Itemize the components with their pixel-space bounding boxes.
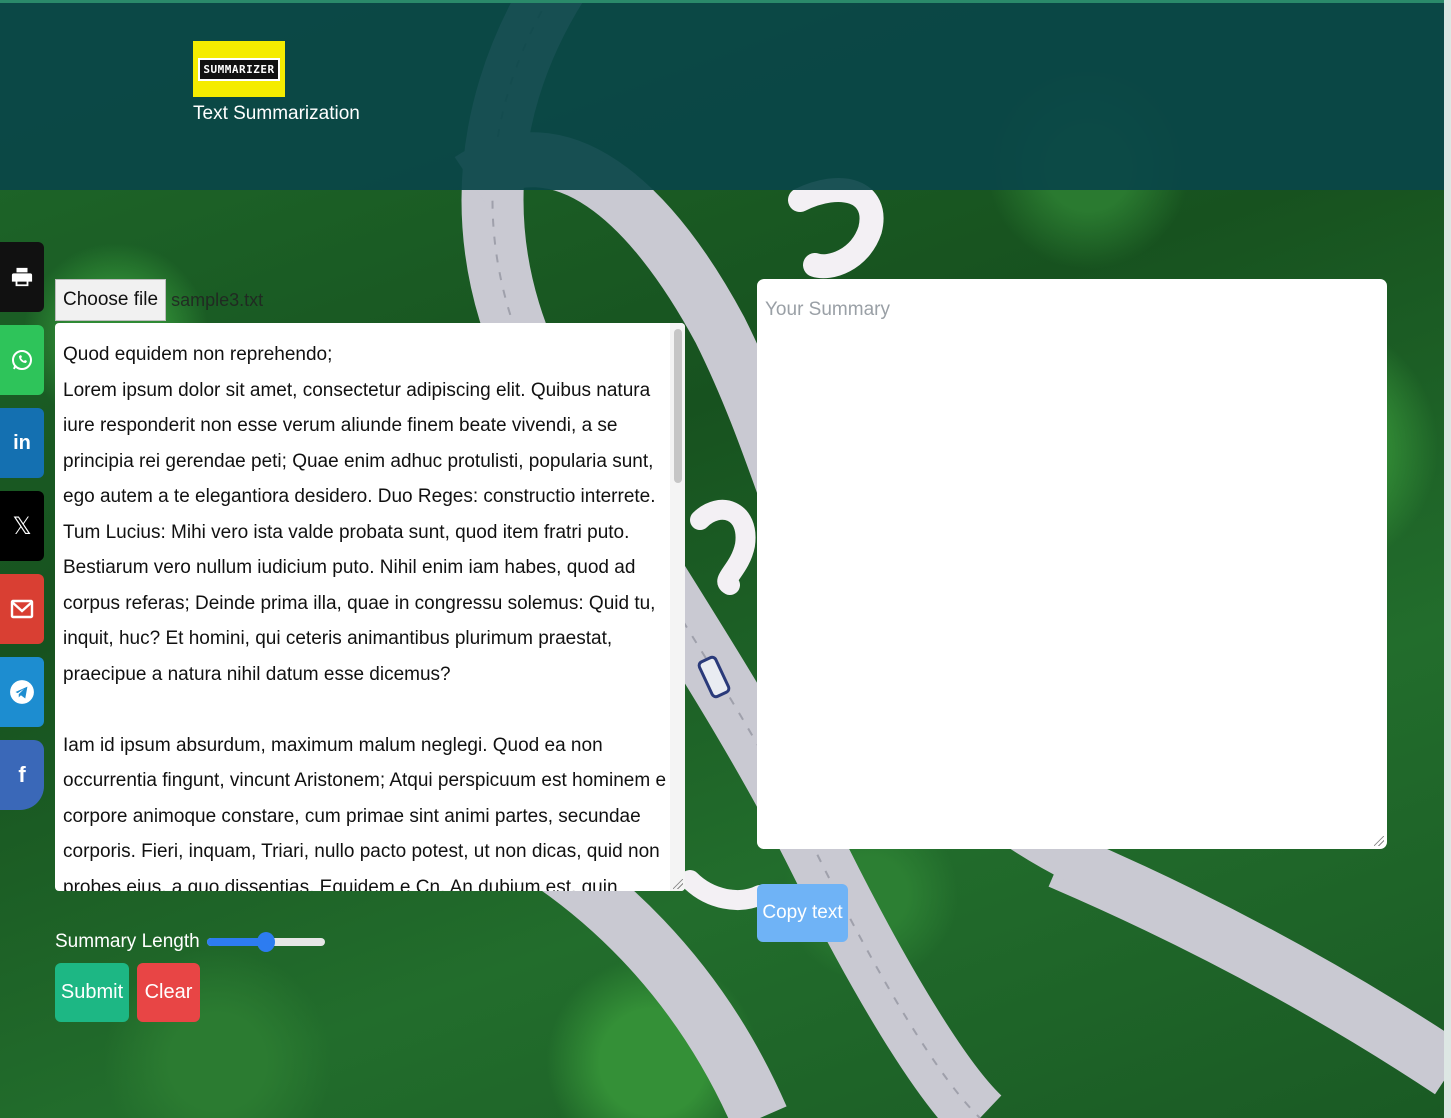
source-text[interactable]: Quod equidem non reprehendo; Lorem ipsum… — [63, 337, 668, 891]
resize-handle-icon[interactable] — [673, 879, 683, 889]
share-facebook-button[interactable]: f — [0, 740, 44, 810]
clear-button[interactable]: Clear — [137, 963, 200, 1022]
share-gmail-button[interactable] — [0, 574, 44, 644]
mail-icon — [10, 599, 34, 619]
resize-handle-icon[interactable] — [1374, 836, 1384, 846]
logo[interactable]: SUMMARIZER — [193, 41, 285, 97]
source-scrollbar[interactable] — [670, 323, 685, 891]
facebook-icon: f — [18, 762, 26, 787]
share-telegram-button[interactable] — [0, 657, 44, 727]
summary-text-area[interactable]: Your Summary — [757, 279, 1387, 849]
printer-icon — [11, 267, 33, 287]
linkedin-icon: in — [13, 431, 31, 454]
summary-length-control: Summary Length — [55, 931, 325, 953]
source-scrollbar-thumb[interactable] — [674, 329, 682, 483]
share-print-button[interactable] — [0, 242, 44, 312]
submit-button[interactable]: Submit — [55, 963, 129, 1022]
share-bar: in 𝕏 f — [0, 242, 44, 823]
source-text-area[interactable]: Quod equidem non reprehendo; Lorem ipsum… — [55, 323, 685, 891]
x-icon: 𝕏 — [12, 512, 32, 540]
header: SUMMARIZER Text Summarization — [0, 0, 1451, 190]
telegram-icon — [10, 680, 34, 704]
whatsapp-icon — [12, 350, 32, 370]
slider-thumb[interactable] — [256, 932, 275, 952]
share-linkedin-button[interactable]: in — [0, 408, 44, 478]
summary-length-label: Summary Length — [55, 931, 200, 952]
window-edge — [1444, 0, 1451, 1118]
copy-text-button[interactable]: Copy text — [757, 884, 848, 942]
share-whatsapp-button[interactable] — [0, 325, 44, 395]
summary-placeholder: Your Summary — [765, 299, 890, 320]
file-input[interactable]: Choose file sample3.txt — [55, 279, 263, 321]
brand-subtitle: Text Summarization — [193, 103, 360, 124]
file-name: sample3.txt — [171, 289, 264, 310]
share-x-button[interactable]: 𝕏 — [0, 491, 44, 561]
logo-text: SUMMARIZER — [198, 57, 280, 81]
choose-file-button[interactable]: Choose file — [55, 279, 167, 321]
summary-length-slider[interactable] — [206, 931, 325, 953]
